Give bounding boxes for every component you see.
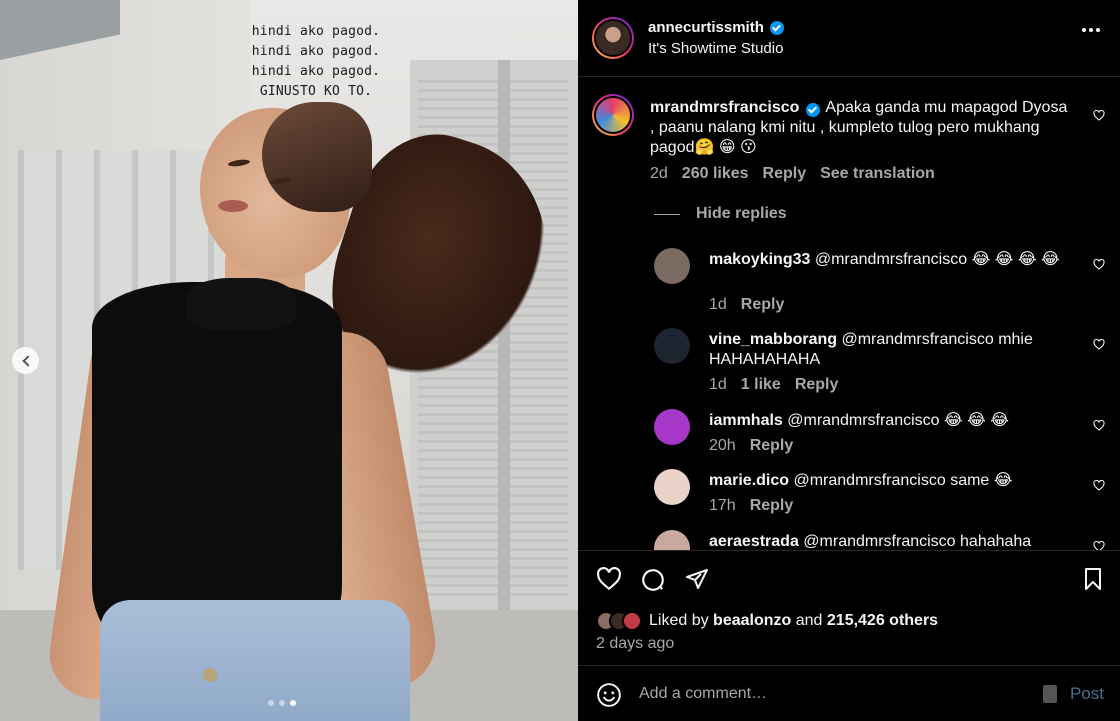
reply-likes[interactable]: 1 like: [741, 376, 781, 394]
reply-text: @mrandmrsfrancisco 😂 😂 😂: [787, 412, 1009, 429]
reply-avatar[interactable]: [654, 248, 690, 284]
reply-text: @mrandmrsfrancisco same 😂: [793, 472, 1013, 489]
post-comment-button[interactable]: Post: [1070, 684, 1104, 704]
liked-by-and: and: [795, 612, 823, 629]
post-header: annecurtissmith It's Showtime Studio: [578, 0, 1120, 77]
reply-username[interactable]: aeraestrada: [709, 533, 799, 550]
verified-badge-icon: [769, 20, 784, 35]
overlay-line: hindi ako pagod.: [251, 44, 381, 59]
like-reply-heart-icon[interactable]: [1093, 259, 1105, 270]
comment-input[interactable]: Add a comment…: [639, 685, 767, 703]
reply-time[interactable]: 1d: [709, 296, 727, 314]
comment-time[interactable]: 2d: [650, 164, 668, 184]
carousel-dot-active: [290, 700, 296, 706]
reply-text: @mrandmrsfrancisco 😂 😂 😂 😂: [814, 251, 1060, 268]
post-timestamp[interactable]: 2 days ago: [596, 635, 674, 653]
author-avatar[interactable]: [592, 17, 634, 59]
chevron-left-icon: [21, 354, 34, 367]
carousel-dots: [268, 700, 296, 706]
reply-button[interactable]: Reply: [795, 376, 839, 394]
hide-replies-button[interactable]: Hide replies: [654, 205, 787, 223]
reply-avatar[interactable]: [654, 530, 690, 550]
post-actions: Liked by beaalonzo and 215,426 others 2 …: [578, 550, 1120, 664]
commenter-avatar[interactable]: [592, 94, 634, 136]
like-reply-heart-icon[interactable]: [1093, 339, 1105, 350]
reply-time[interactable]: 17h: [709, 497, 736, 515]
liked-by-others[interactable]: 215,426 others: [827, 612, 938, 629]
like-reply-heart-icon[interactable]: [1093, 541, 1105, 550]
reply-username[interactable]: makoyking33: [709, 251, 810, 268]
overlay-line: GINUSTO KO TO.: [259, 84, 373, 99]
author-username[interactable]: annecurtissmith: [648, 19, 764, 36]
share-paper-plane-icon[interactable]: [684, 567, 710, 591]
carousel-dot: [279, 700, 285, 706]
reply-username[interactable]: vine_mabborang: [709, 331, 837, 348]
reply-button[interactable]: Reply: [750, 497, 794, 515]
reply-avatar[interactable]: [654, 409, 690, 445]
overlay-line: hindi ako pagod.: [251, 64, 381, 79]
reply-username[interactable]: marie.dico: [709, 472, 789, 489]
emoji-smiley-icon[interactable]: [596, 682, 622, 708]
comments-section[interactable]: mrandmrsfrancisco Apaka ganda mu mapagod…: [578, 78, 1120, 550]
commenter-username[interactable]: mrandmrsfrancisco: [650, 99, 799, 116]
liked-by-username[interactable]: beaalonzo: [713, 612, 791, 629]
like-reply-heart-icon[interactable]: [1093, 420, 1105, 431]
liked-by-prefix: Liked by: [649, 612, 709, 629]
more-options-icon[interactable]: [1082, 28, 1100, 32]
liked-by-summary[interactable]: Liked by beaalonzo and 215,426 others: [596, 611, 938, 631]
reply-avatar[interactable]: [654, 328, 690, 364]
bookmark-save-icon[interactable]: [1082, 567, 1104, 591]
verified-badge-icon: [805, 103, 820, 117]
add-comment-bar: Add a comment… Post: [578, 665, 1120, 721]
reply-button[interactable]: Reply: [741, 296, 785, 314]
reply-button[interactable]: Reply: [763, 164, 807, 184]
reply-button[interactable]: Reply: [750, 437, 794, 455]
hide-replies-label: Hide replies: [696, 205, 787, 222]
reply-username[interactable]: iammhals: [709, 412, 783, 429]
like-reply-heart-icon[interactable]: [1093, 480, 1105, 491]
person-photo: [0, 0, 578, 721]
post-details-panel: annecurtissmith It's Showtime Studio mra…: [578, 0, 1120, 721]
post-location[interactable]: It's Showtime Studio: [648, 40, 783, 57]
liker-avatar: [622, 611, 642, 631]
replies-divider: [654, 213, 680, 215]
reply-time[interactable]: 1d: [709, 376, 727, 394]
see-translation-button[interactable]: See translation: [820, 164, 935, 184]
main-comment: mrandmrsfrancisco Apaka ganda mu mapagod…: [650, 98, 1070, 184]
like-heart-icon[interactable]: [596, 567, 622, 591]
photo-caption-overlay: hindi ako pagod. hindi ako pagod. hindi …: [236, 22, 396, 102]
reply-avatar[interactable]: [654, 469, 690, 505]
like-comment-heart-icon[interactable]: [1093, 110, 1105, 121]
carousel-dot: [268, 700, 274, 706]
post-media[interactable]: hindi ako pagod. hindi ako pagod. hindi …: [0, 0, 578, 721]
reply-time[interactable]: 20h: [709, 437, 736, 455]
comment-likes[interactable]: 260 likes: [682, 164, 749, 184]
reply-text: @mrandmrsfrancisco hahahaha: [803, 533, 1032, 550]
scroll-stepper-icon[interactable]: [1043, 685, 1057, 703]
comment-bubble-icon[interactable]: [640, 567, 666, 593]
overlay-line: hindi ako pagod.: [251, 24, 381, 39]
carousel-prev-button[interactable]: [12, 347, 39, 374]
